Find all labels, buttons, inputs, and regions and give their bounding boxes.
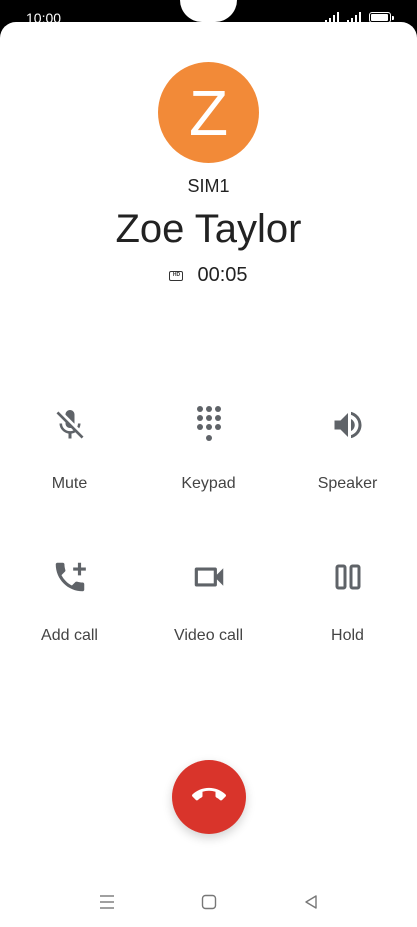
- dialpad-icon: [189, 405, 229, 445]
- keypad-label: Keypad: [181, 475, 236, 492]
- call-status: HD 00:05: [0, 264, 417, 287]
- hold-label: Hold: [331, 627, 364, 644]
- video-call-label: Video call: [173, 627, 244, 644]
- camera-notch: [180, 0, 237, 22]
- pause-icon: [328, 557, 368, 597]
- caller-name: Zoe Taylor: [115, 207, 302, 251]
- menu-icon[interactable]: [97, 892, 117, 912]
- video-call-button[interactable]: Video call: [139, 557, 278, 667]
- hold-button[interactable]: Hold: [278, 557, 417, 667]
- speaker-label: Speaker: [317, 475, 378, 492]
- end-call-button[interactable]: [172, 760, 246, 834]
- add-call-button[interactable]: Add call: [0, 557, 139, 667]
- call-end-icon: [192, 778, 226, 817]
- call-duration: 00:05: [197, 264, 248, 286]
- avatar: Z: [158, 62, 259, 163]
- keypad-button[interactable]: Keypad: [139, 405, 278, 515]
- mute-label: Mute: [51, 475, 88, 492]
- back-icon[interactable]: [301, 892, 321, 912]
- mute-button[interactable]: Mute: [0, 405, 139, 515]
- video-camera-icon: [189, 557, 229, 597]
- hd-icon: HD: [169, 270, 184, 281]
- sim-label: SIM1: [187, 176, 230, 196]
- speaker-button[interactable]: Speaker: [278, 405, 417, 515]
- add-call-icon: [50, 557, 90, 597]
- mic-off-icon: [50, 405, 90, 445]
- speaker-icon: [328, 405, 368, 445]
- add-call-label: Add call: [41, 627, 98, 644]
- navigation-bar: [0, 880, 417, 924]
- home-icon[interactable]: [199, 892, 219, 912]
